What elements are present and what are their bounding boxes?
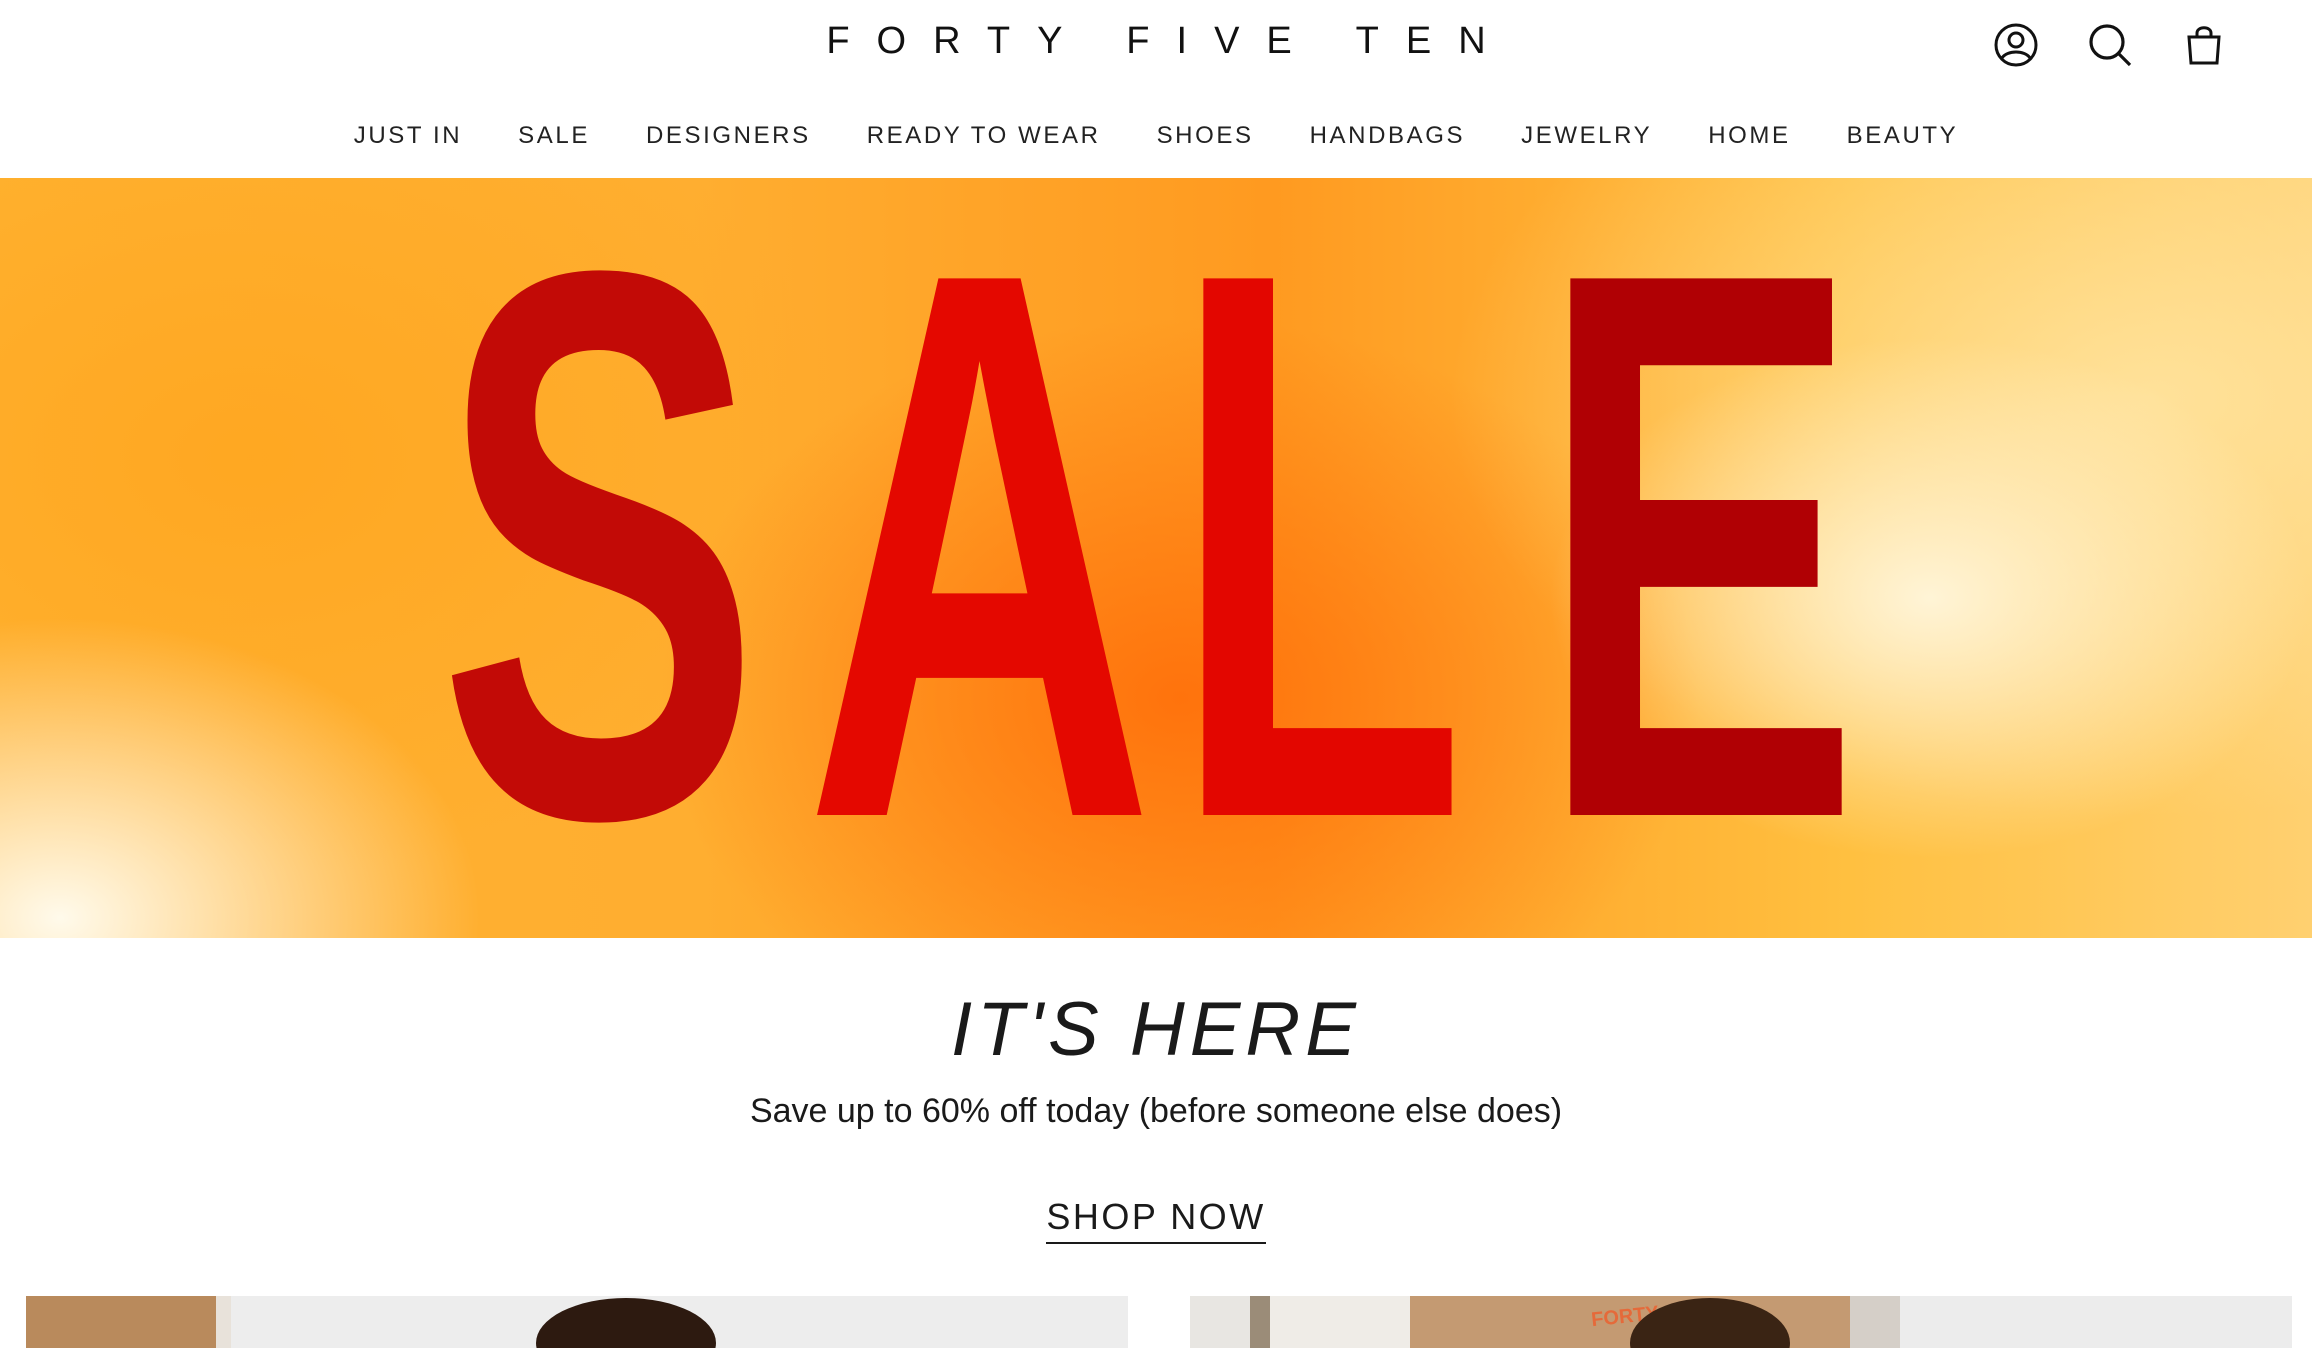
shop-now-wrapper: SHOP NOW xyxy=(0,1196,2312,1244)
account-icon[interactable] xyxy=(1992,21,2040,69)
nav-item-designers[interactable]: DESIGNERS xyxy=(618,116,839,156)
nav-item-home[interactable]: HOME xyxy=(1680,116,1818,156)
promo-subtitle: Save up to 60% off today (before someone… xyxy=(749,1092,1563,1130)
shop-now-link[interactable]: SHOP NOW xyxy=(1046,1196,1266,1244)
promo-title: IT'S HERE xyxy=(950,987,1361,1072)
sale-hero-word: S A L E xyxy=(438,178,1878,938)
nav-item-sale[interactable]: SALE xyxy=(490,116,618,156)
nav-item-beauty[interactable]: BEAUTY xyxy=(1819,116,1987,156)
site-header: FORTY FIVE TEN JUST IN SALE DESIGNERS RE… xyxy=(0,0,2312,178)
search-icon[interactable] xyxy=(2086,21,2134,69)
nav-item-jewelry[interactable]: JEWELRY xyxy=(1493,116,1680,156)
header-icons xyxy=(1992,20,2228,70)
site-logo[interactable]: FORTY FIVE TEN xyxy=(0,20,2312,63)
product-tile-right-image[interactable]: FORTY xyxy=(1190,1296,2292,1348)
promo-section: IT'S HERE Save up to 60% off today (befo… xyxy=(0,980,2312,1136)
hero-letter-l: L xyxy=(1171,178,1467,938)
hero-letter-s: S xyxy=(438,178,761,938)
nav-item-just-in[interactable]: JUST IN xyxy=(326,116,490,156)
sale-hero-banner[interactable]: S A L E xyxy=(0,178,2312,938)
hero-letter-e: E xyxy=(1537,178,1861,938)
cart-icon[interactable] xyxy=(2180,21,2228,69)
product-tile-left-image[interactable] xyxy=(26,1296,1128,1348)
nav-item-shoes[interactable]: SHOES xyxy=(1129,116,1282,156)
model-hair-shape xyxy=(536,1298,716,1348)
hero-letter-a: A xyxy=(804,178,1154,938)
nav-item-handbags[interactable]: HANDBAGS xyxy=(1282,116,1494,156)
nav-item-ready-to-wear[interactable]: READY TO WEAR xyxy=(839,116,1129,156)
main-nav: JUST IN SALE DESIGNERS READY TO WEAR SHO… xyxy=(0,116,2312,156)
